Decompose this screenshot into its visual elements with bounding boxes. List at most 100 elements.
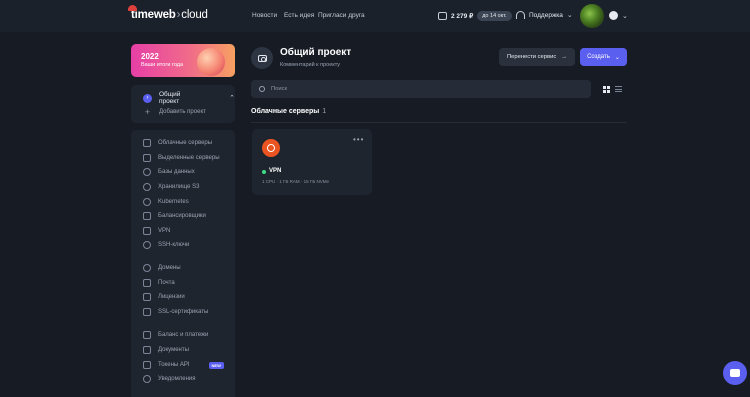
license-icon <box>143 293 151 301</box>
grid-view-icon[interactable] <box>602 85 610 93</box>
page-title: Общий проект <box>280 47 352 58</box>
sidebar-item-ssh[interactable]: SSH-ключи <box>143 241 189 249</box>
sidebar-item-billing[interactable]: Баланс и платежи <box>143 331 208 339</box>
sidebar-item-label: SSL-сертификаты <box>158 309 209 315</box>
more-options-icon[interactable]: ••• <box>353 135 364 144</box>
mail-icon <box>143 279 151 287</box>
ubuntu-icon <box>262 139 280 157</box>
sidebar-item-label: Облачные серверы <box>158 140 213 146</box>
promo-banner[interactable]: 2022 Ваши итоги года <box>131 44 235 77</box>
sidebar-item-label: Хранилище S3 <box>158 184 200 190</box>
sidebar-item-label: Выделенные серверы <box>158 155 220 161</box>
nav-news[interactable]: Новости <box>252 12 277 19</box>
add-project-button[interactable]: + Добавить проект <box>143 107 206 117</box>
balance[interactable]: 2 279 ₽ до 14 окт. <box>438 11 512 21</box>
server-icon <box>143 154 151 162</box>
move-service-label: Перенести сервис <box>506 54 557 60</box>
chevron-down-icon: ⌄ <box>622 12 628 20</box>
services-panel: Облачные серверы Выделенные серверы Базы… <box>131 130 235 397</box>
project-chevron-icon: › <box>143 93 152 103</box>
sidebar-item-kubernetes[interactable]: Kubernetes <box>143 198 189 206</box>
sidebar-item-api-tokens[interactable]: Токены API NEW <box>143 361 224 369</box>
sidebar-item-label: SSH-ключи <box>158 242 190 248</box>
arrow-right-icon: → <box>561 54 568 60</box>
create-label: Создать <box>587 54 610 60</box>
project-name: Общий проект <box>158 91 181 105</box>
santa-hat-icon <box>128 5 137 11</box>
support-menu[interactable]: Поддержка ⌄ <box>516 11 573 19</box>
sidebar-item-balancers[interactable]: Балансировщики <box>143 212 206 220</box>
section-title-text: Облачные серверы <box>251 108 320 115</box>
search-input[interactable]: Поиск <box>251 80 591 98</box>
support-label: Поддержка <box>529 11 563 19</box>
server-card[interactable]: ••• VPN 1 CPU · 1 ГБ RAM · 15 ГБ NVMe <box>252 129 372 195</box>
project-panel: › Общий проект ⌃ + Добавить проект <box>131 85 235 123</box>
sidebar-item-databases[interactable]: Базы данных <box>143 168 195 176</box>
top-header: timeweb›cloud Новости Есть идея Пригласи… <box>0 0 750 32</box>
sidebar-item-label: Документы <box>158 347 189 353</box>
create-button[interactable]: Создать ⌄ <box>580 48 627 66</box>
server-name: VPN <box>269 168 282 174</box>
sidebar-item-dedicated[interactable]: Выделенные серверы <box>143 154 220 162</box>
sidebar-item-label: Домены <box>158 265 181 271</box>
section-count: 1 <box>322 108 327 115</box>
code-icon <box>143 361 151 369</box>
chevron-down-icon: ⌄ <box>566 12 573 19</box>
balancer-icon <box>143 212 151 220</box>
document-icon <box>143 346 151 354</box>
divider <box>251 122 627 123</box>
nav-invite[interactable]: Пригласи друга <box>318 12 365 19</box>
sidebar-item-cloud-servers[interactable]: Облачные серверы <box>143 139 212 147</box>
card-icon <box>143 331 151 339</box>
server-specs: 1 CPU · 1 ГБ RAM · 15 ГБ NVMe <box>262 179 330 184</box>
brand-product: cloud <box>181 9 208 21</box>
brand-name: timeweb <box>131 9 176 21</box>
balance-until-badge: до 14 окт. <box>477 11 512 21</box>
chat-button[interactable] <box>723 361 747 385</box>
section-title: Облачные серверы 1 <box>251 108 326 115</box>
chat-icon <box>730 369 740 377</box>
user-menu[interactable]: ⌄ <box>609 11 628 20</box>
status-indicator <box>262 170 266 174</box>
view-toggle <box>597 80 627 98</box>
sidebar-item-domains[interactable]: Домены <box>143 264 181 272</box>
sidebar-item-s3[interactable]: Хранилище S3 <box>143 183 199 191</box>
sidebar-item-vpn[interactable]: VPN <box>143 227 170 235</box>
brand-logo[interactable]: timeweb›cloud <box>128 5 208 21</box>
move-service-button[interactable]: Перенести сервис → <box>499 48 575 66</box>
chevron-up-icon: ⌃ <box>229 95 235 102</box>
sidebar-item-ssl[interactable]: SSL-сертификаты <box>143 308 208 316</box>
new-badge: NEW <box>208 361 224 369</box>
cloud-icon <box>143 139 151 147</box>
sidebar-item-label: Уведомления <box>158 376 196 382</box>
ornament-image <box>197 48 225 76</box>
sidebar-item-label: Баланс и платежи <box>158 332 209 338</box>
lock-icon <box>143 308 151 316</box>
promo-text: Ваши итоги года <box>141 62 184 68</box>
database-icon <box>143 168 151 176</box>
key-icon <box>143 241 151 249</box>
sidebar-item-label: VPN <box>158 228 171 234</box>
project-avatar[interactable] <box>251 47 273 69</box>
shield-icon <box>143 227 151 235</box>
sidebar-item-licenses[interactable]: Лицензии <box>143 293 185 301</box>
search-placeholder: Поиск <box>271 86 288 92</box>
chevron-down-icon: ⌄ <box>614 54 620 61</box>
add-project-label: Добавить проект <box>159 109 206 115</box>
sidebar-item-label: Балансировщики <box>158 213 206 219</box>
search-icon <box>259 86 265 92</box>
project-selector[interactable]: › Общий проект ⌃ <box>143 91 235 105</box>
sidebar-item-notifications[interactable]: Уведомления <box>143 375 196 383</box>
sidebar-item-mail[interactable]: Почта <box>143 279 175 287</box>
balance-amount: 2 279 ₽ <box>451 13 474 20</box>
project-comment[interactable]: Комментарий к проекту <box>280 62 340 68</box>
globe-icon <box>143 264 151 272</box>
headset-icon <box>516 11 525 19</box>
list-view-icon[interactable] <box>614 86 622 92</box>
wallet-icon <box>438 12 447 20</box>
storage-icon <box>143 183 151 191</box>
brand-separator: › <box>176 9 181 21</box>
nav-idea[interactable]: Есть идея <box>284 12 314 19</box>
avatar[interactable] <box>580 4 604 28</box>
sidebar-item-documents[interactable]: Документы <box>143 346 189 354</box>
